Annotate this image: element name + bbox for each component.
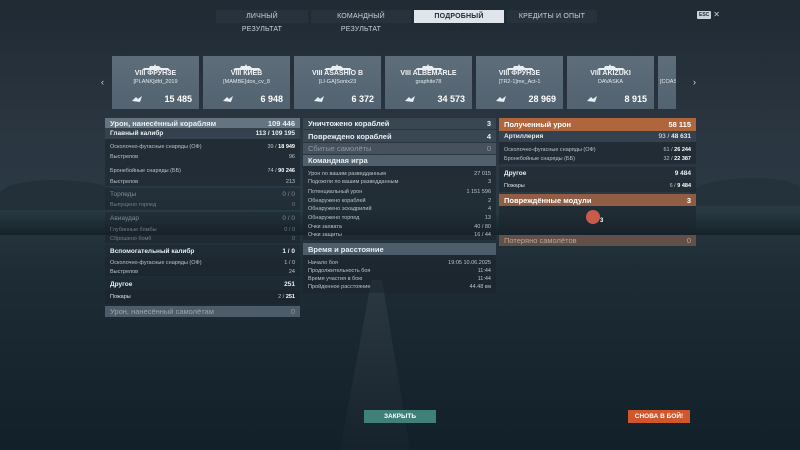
damage-icon bbox=[496, 96, 506, 102]
planes-shot-down-row: Сбитые самолёты 0 bbox=[303, 143, 496, 154]
ship-name: VIII ФРУНЗЕ bbox=[498, 70, 541, 77]
stat-row: Пожары 2 / 251 bbox=[105, 290, 300, 304]
stat-row: Продолжительность боя 11:44 bbox=[308, 268, 491, 274]
player-name: [TR2-1]me_Act-1 bbox=[498, 79, 541, 85]
artillery-row: Артиллерия 93 / 48 631 bbox=[499, 131, 696, 142]
esc-close-button[interactable]: ESC ✕ bbox=[697, 11, 720, 19]
stat-row: Начало боя 19:05 10.06.2025 bbox=[308, 260, 491, 266]
stat-row: Обнаружено торпед 13 bbox=[308, 215, 491, 221]
stat-row: Выстрелов 96 bbox=[105, 152, 300, 161]
stat-row: Обнаружено эскадрилий 4 bbox=[308, 206, 491, 212]
team-play-list: Урон по вашим разведданным 27 015 Подожгл… bbox=[303, 166, 496, 240]
damage-icon bbox=[132, 96, 142, 102]
stat-row: Очки захвата 40 / 80 bbox=[308, 224, 491, 230]
damaged-module-count: 3 bbox=[600, 218, 604, 224]
background-island-left bbox=[0, 180, 120, 210]
player-card[interactable]: VIII ФРУНЗЕ [TR2-1]me_Act-1 28 969 bbox=[476, 56, 563, 109]
player-card-partial[interactable]: [COAST] bbox=[658, 56, 676, 109]
battle-again-button[interactable]: СНОВА В БОЙ! bbox=[628, 410, 690, 423]
received-damage-panel: Полученный урон 58 115 Артиллерия 93 / 4… bbox=[499, 118, 696, 246]
main-battery-row: Главный калибр 113 / 109 195 bbox=[105, 128, 300, 139]
results-tabs: ЛИЧНЫЙ РЕЗУЛЬТАТ КОМАНДНЫЙ РЕЗУЛЬТАТ ПОД… bbox=[216, 10, 597, 33]
stat-row: Выстрелов 213 bbox=[105, 177, 300, 186]
esc-key-badge: ESC bbox=[697, 11, 712, 19]
damage-value: 34 573 bbox=[437, 94, 465, 104]
stat-row: Глубинные бомбы 0 / 0 bbox=[105, 224, 300, 234]
damaged-modules-header: Повреждённые модули 3 bbox=[499, 194, 696, 206]
player-name: [LI-GA]Sonix23 bbox=[318, 79, 357, 85]
player-name: graphite78 bbox=[415, 79, 442, 85]
received-damage-header: Полученный урон 58 115 bbox=[499, 118, 696, 131]
ship-name: VIII ALBEMARLE bbox=[400, 70, 457, 77]
planes-lost-header: Потеряно самолётов 0 bbox=[499, 235, 696, 246]
stat-row: Сброшено бомб 0 bbox=[105, 234, 300, 243]
tab-team-result[interactable]: КОМАНДНЫЙ РЕЗУЛЬТАТ bbox=[311, 10, 411, 33]
damage-icon bbox=[314, 96, 324, 102]
damaged-ships-carousel: VIII ФРУНЗЕ [PLANK]dfd_2019 15 485 VIII … bbox=[112, 56, 676, 109]
damaged-modules-list: 3 bbox=[499, 206, 696, 234]
close-icon: ✕ bbox=[713, 10, 720, 19]
time-distance-list: Начало боя 19:05 10.06.2025 Продолжительн… bbox=[303, 255, 496, 293]
close-button[interactable]: ЗАКРЫТЬ bbox=[364, 410, 436, 423]
secondary-battery-row: Вспомогательный калибр 1 / 0 bbox=[105, 245, 300, 257]
damage-value: 28 969 bbox=[528, 94, 556, 104]
dealt-damage-value: 109 446 bbox=[267, 118, 295, 128]
player-name: [MAMBE]dox_cv_8 bbox=[223, 79, 270, 85]
torpedo-row: Торпеды 0 / 0 bbox=[105, 188, 300, 200]
tab-credits-and-xp[interactable]: КРЕДИТЫ И ОПЫТ bbox=[507, 10, 597, 23]
ship-name: VIII ASASHIO B bbox=[311, 70, 364, 77]
time-distance-header: Время и расстояние bbox=[303, 243, 496, 255]
stat-row: Бронебойные снаряды (ББ) 32 / 22 387 bbox=[499, 154, 696, 164]
player-card[interactable]: VIII ALBEMARLE graphite78 34 573 bbox=[385, 56, 472, 109]
team-play-panel: Уничтожено кораблей 3 Повреждено корабле… bbox=[303, 118, 496, 293]
ship-name: VIII КИЕВ bbox=[230, 70, 263, 77]
chevron-right-icon[interactable]: › bbox=[693, 77, 696, 87]
ships-destroyed-row: Уничтожено кораблей 3 bbox=[303, 118, 496, 129]
damage-value: 6 372 bbox=[351, 94, 374, 104]
stat-row: Пожары 6 / 9 484 bbox=[499, 179, 696, 192]
stat-row: Выпущено торпед 0 bbox=[105, 200, 300, 210]
player-name: [COAST] bbox=[660, 79, 676, 85]
chevron-left-icon[interactable]: ‹ bbox=[101, 77, 104, 87]
stat-row: Потенциальный урон 1 151 596 bbox=[308, 188, 491, 195]
tab-detailed-report[interactable]: ПОДРОБНЫЙ ОТЧЁТ bbox=[414, 10, 504, 33]
damaged-module-icon[interactable] bbox=[586, 210, 600, 224]
damage-icon bbox=[587, 96, 597, 102]
dealt-damage-panel: Урон, нанесённый кораблям 109 446 Главны… bbox=[105, 118, 300, 317]
player-card[interactable]: VIII ASASHIO B [LI-GA]Sonix23 6 372 bbox=[294, 56, 381, 109]
player-name: [PLANK]dfd_2019 bbox=[133, 79, 178, 85]
stat-row: Осколочно-фугасные снаряды (ОФ) 39 / 18 … bbox=[105, 139, 300, 152]
player-card[interactable]: VIII ФРУНЗЕ [PLANK]dfd_2019 15 485 bbox=[112, 56, 199, 109]
stat-row: Время участия в бою 11:44 bbox=[308, 276, 491, 282]
stat-row: Обнаружено кораблей 2 bbox=[308, 198, 491, 204]
stat-row: Бронебойные снаряды (ББ) 74 / 90 246 bbox=[105, 161, 300, 177]
ship-name: VIII ФРУНЗЕ bbox=[134, 70, 177, 77]
player-card[interactable]: VIII AKIZUKI DAVASKA 8 915 bbox=[567, 56, 654, 109]
background-ship-wake bbox=[340, 280, 410, 450]
stat-row: Осколочно-фугасные снаряды (ОФ) 1 / 0 bbox=[105, 257, 300, 267]
player-name: DAVASKA bbox=[597, 79, 624, 85]
damage-value: 15 485 bbox=[164, 94, 192, 104]
damage-value: 6 948 bbox=[260, 94, 283, 104]
damage-icon bbox=[405, 96, 415, 102]
ships-damaged-row: Повреждено кораблей 4 bbox=[303, 130, 496, 142]
dealt-damage-header: Урон, нанесённый кораблям 109 446 bbox=[105, 118, 300, 128]
stat-row: Очки защиты 16 / 44 bbox=[308, 232, 491, 238]
player-card[interactable]: VIII КИЕВ [MAMBE]dox_cv_8 6 948 bbox=[203, 56, 290, 109]
team-play-header: Командная игра bbox=[303, 155, 496, 166]
airstrike-row: Авиаудар 0 / 0 bbox=[105, 212, 300, 224]
stat-row: Урон по вашим разведданным 27 015 bbox=[308, 171, 491, 177]
tab-personal-result[interactable]: ЛИЧНЫЙ РЕЗУЛЬТАТ bbox=[216, 10, 308, 33]
stat-row: Выстрелов 24 bbox=[105, 267, 300, 276]
stat-row: Осколочно-фугасные снаряды (ОФ) 61 / 26 … bbox=[499, 142, 696, 154]
damage-icon bbox=[223, 96, 233, 102]
planes-damage-header: Урон, нанесённый самолётам 0 bbox=[105, 306, 300, 317]
other-received-row: Другое 9 484 bbox=[499, 167, 696, 179]
damage-value: 8 915 bbox=[624, 94, 647, 104]
stat-row: Подожгли по вашим разведданным 3 bbox=[308, 179, 491, 185]
other-row: Другое 251 bbox=[105, 278, 300, 290]
stat-row: Пройденное расстояние 44.48 км bbox=[308, 284, 491, 290]
ship-name: VIII AKIZUKI bbox=[590, 70, 631, 77]
